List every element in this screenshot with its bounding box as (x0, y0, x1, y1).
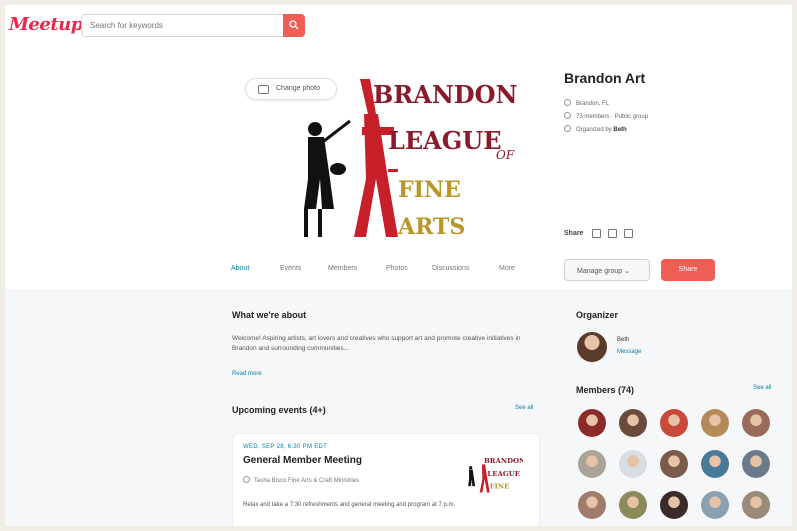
member-avatar[interactable] (701, 409, 729, 437)
member-avatar[interactable] (742, 450, 770, 478)
linkedin-icon[interactable] (624, 229, 633, 238)
search-icon (289, 20, 299, 30)
members-see-all-link[interactable]: See all (753, 385, 771, 391)
group-members-count: 73 members · Public group (564, 112, 648, 124)
member-avatar[interactable] (701, 450, 729, 478)
event-card[interactable]: WED, SEP 28, 6:30 PM EDT General Member … (232, 433, 540, 526)
page: Meetup Search for keywords BRANDON LEAGU… (5, 5, 792, 526)
event-date: WED, SEP 28, 6:30 PM EDT (243, 444, 328, 450)
group-content: What we're about Welcome! Aspiring artis… (5, 289, 792, 526)
organizer-heading: Organizer (576, 310, 619, 320)
member-avatar[interactable] (660, 491, 688, 519)
tab-discussions[interactable]: Discussions (432, 265, 469, 272)
logo-line-3: OF (496, 148, 515, 162)
group-organized-by: Organized by Beth (564, 125, 627, 137)
member-avatar[interactable] (660, 450, 688, 478)
league-logo-thumb: BRANDON LEAGUE FINE (468, 457, 526, 493)
tab-more[interactable]: More (499, 265, 515, 272)
search-input[interactable] (81, 14, 285, 37)
group-location: Brandon, FL (564, 99, 609, 111)
group-title: Brandon Art (564, 70, 646, 86)
camera-icon (258, 85, 269, 94)
chevron-down-icon: ⌄ (624, 268, 630, 275)
member-avatar[interactable] (578, 409, 606, 437)
members-heading: Members (74) (576, 385, 635, 395)
tab-photos[interactable]: Photos (386, 265, 408, 272)
member-avatar[interactable] (701, 491, 729, 519)
tab-events[interactable]: Events (280, 265, 301, 272)
share-button[interactable]: Share (661, 259, 715, 281)
member-avatar[interactable] (578, 450, 606, 478)
change-photo-label: Change photo (276, 85, 320, 92)
organizer-avatar[interactable] (577, 332, 607, 362)
meetup-logo[interactable]: Meetup (9, 14, 83, 35)
member-avatar[interactable] (619, 450, 647, 478)
event-thumbnail: BRANDON LEAGUE FINE (453, 446, 526, 501)
twitter-icon[interactable] (608, 229, 617, 238)
organizer-name[interactable]: Beth (617, 337, 629, 343)
location-pin-icon (564, 99, 571, 106)
manage-group-button[interactable]: Manage group ⌄ (564, 259, 650, 281)
people-icon (564, 112, 571, 119)
event-title[interactable]: General Member Meeting (243, 455, 362, 466)
logo-line-1: BRANDON (373, 80, 517, 109)
event-description: Relax and take a 7:30 refreshments and g… (243, 502, 456, 508)
svg-text:BRANDON: BRANDON (484, 457, 523, 465)
member-avatar[interactable] (619, 409, 647, 437)
event-location: Tasha Bisco Fine Arts & Craft Ministries (243, 476, 359, 484)
search-button[interactable] (283, 14, 305, 37)
tab-members[interactable]: Members (328, 265, 357, 272)
group-header: BRANDON LEAGUE OF FINE ARTS Change photo… (5, 49, 792, 289)
change-photo-button[interactable]: Change photo (245, 78, 337, 100)
location-pin-icon (243, 476, 250, 483)
share-label: Share (564, 230, 584, 237)
about-text: Welcome! Aspiring artists, art lovers an… (232, 335, 521, 352)
member-avatar[interactable] (578, 491, 606, 519)
facebook-icon[interactable] (592, 229, 601, 238)
upcoming-events-heading: Upcoming events (4+) (232, 405, 326, 415)
top-bar: Meetup (5, 5, 792, 49)
member-avatar[interactable] (742, 491, 770, 519)
member-avatar[interactable] (742, 409, 770, 437)
logo-line-5: ARTS (397, 214, 465, 239)
member-avatar[interactable] (619, 491, 647, 519)
events-see-all-link[interactable]: See all (515, 405, 533, 411)
logo-line-2: LEAGUE (388, 126, 502, 155)
user-icon (564, 125, 571, 132)
organizer-message-link[interactable]: Message (617, 349, 641, 355)
member-avatar[interactable] (660, 409, 688, 437)
read-more-link[interactable]: Read more (232, 371, 262, 377)
tab-about[interactable]: About (231, 265, 249, 272)
svg-text:LEAGUE: LEAGUE (487, 470, 520, 478)
about-heading: What we're about (232, 310, 307, 320)
logo-line-4: FINE (398, 177, 461, 203)
svg-text:FINE: FINE (490, 482, 510, 490)
